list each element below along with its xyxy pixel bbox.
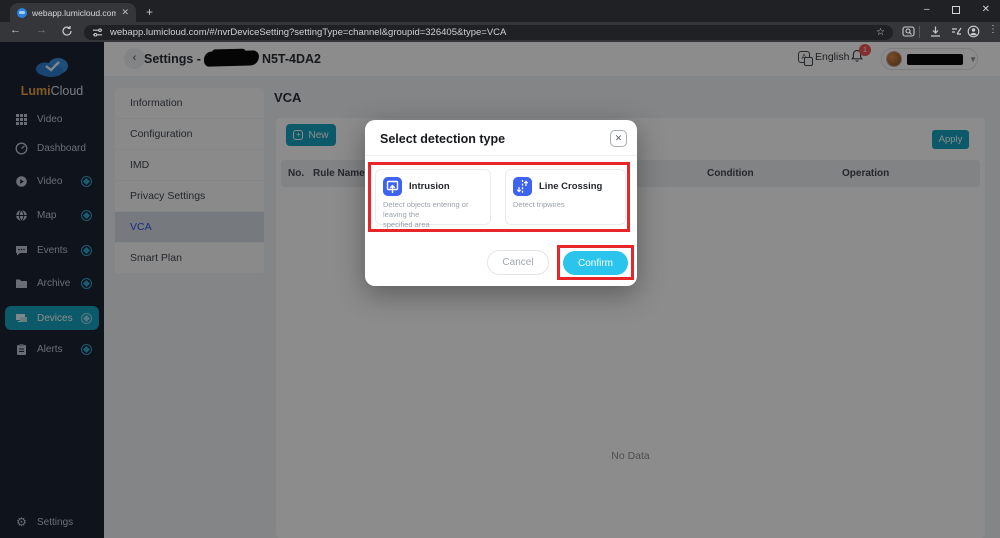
option-description: Detect tripwires (513, 200, 618, 210)
cancel-button[interactable]: Cancel (487, 250, 549, 275)
select-detection-type-dialog: Select detection type ✕ Intrusion Detect… (365, 120, 637, 286)
bookmark-star-icon[interactable]: ☆ (876, 27, 885, 38)
forward-nav-icon[interactable]: → (36, 24, 47, 36)
window-minimize-button[interactable]: – (924, 4, 930, 15)
app-window: LumiCloud Video Dashboard Video Map Even… (0, 42, 1000, 538)
search-sidebar-icon[interactable] (902, 25, 915, 38)
confirm-button[interactable]: Confirm (563, 251, 628, 275)
browser-essentials-icon[interactable] (950, 25, 963, 38)
option-description: Detect objects entering or leaving the s… (383, 200, 488, 230)
browser-menu-icon[interactable]: ⋮ (988, 24, 998, 35)
url-text: webapp.lumicloud.com/#/nvrDeviceSetting?… (110, 27, 869, 38)
reload-icon[interactable] (61, 25, 73, 37)
modal-overlay[interactable] (0, 42, 1000, 538)
browser-tab[interactable]: webapp.lumicloud.com/#/nvrD ✕ (10, 3, 136, 22)
browser-chrome: webapp.lumicloud.com/#/nvrD ✕ + – ✕ ← → … (0, 0, 1000, 42)
dialog-close-button[interactable]: ✕ (610, 130, 627, 147)
line-crossing-icon (513, 177, 532, 196)
profile-icon[interactable] (967, 25, 980, 38)
back-nav-icon[interactable]: ← (10, 24, 21, 36)
intrusion-icon (383, 177, 402, 196)
window-maximize-button[interactable] (952, 6, 960, 14)
site-favicon (17, 8, 27, 18)
toolbar-divider (919, 26, 920, 38)
tab-title: webapp.lumicloud.com/#/nvrD (32, 8, 116, 18)
window-close-button[interactable]: ✕ (982, 4, 990, 15)
new-tab-button[interactable]: + (146, 5, 153, 19)
url-bar[interactable]: webapp.lumicloud.com/#/nvrDeviceSetting?… (84, 25, 893, 40)
option-card-intrusion[interactable]: Intrusion Detect objects entering or lea… (375, 169, 491, 225)
tab-close-icon[interactable]: ✕ (121, 7, 129, 18)
download-icon[interactable] (929, 25, 942, 38)
browser-toolbar: ← → webapp.lumicloud.com/#/nvrDeviceSett… (0, 22, 1000, 42)
option-card-line-crossing[interactable]: Line Crossing Detect tripwires (505, 169, 626, 225)
dialog-title: Select detection type (380, 132, 505, 146)
dialog-divider (365, 155, 637, 156)
site-settings-icon[interactable] (92, 27, 103, 38)
